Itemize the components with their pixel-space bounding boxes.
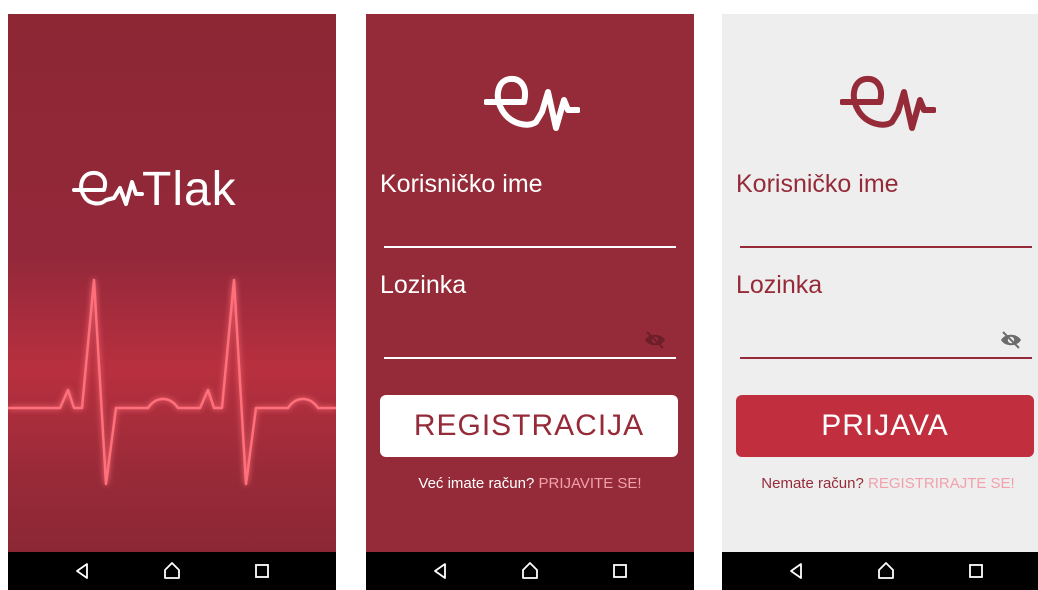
register-prompt-text: Nemate račun? [761, 475, 864, 492]
recent-apps-icon[interactable] [250, 559, 274, 583]
password-label: Lozinka [736, 271, 823, 299]
login-prompt-text: Već imate račun? [418, 475, 535, 492]
back-icon[interactable] [70, 559, 94, 583]
login-background: Korisničko ime Lozinka PRIJAVA Nemate ra… [722, 14, 1038, 552]
heart-ecg-logo-icon [840, 75, 936, 131]
home-icon[interactable] [518, 559, 542, 583]
system-navbar [722, 552, 1038, 590]
password-field[interactable] [740, 357, 1032, 359]
back-icon[interactable] [428, 559, 452, 583]
registration-screen: Korisničko ime Lozinka REGISTRACIJA Već … [366, 14, 694, 590]
username-label: Korisničko ime [736, 170, 899, 198]
eye-off-icon[interactable] [644, 331, 666, 349]
register-button[interactable]: REGISTRACIJA [380, 395, 678, 457]
recent-apps-icon[interactable] [964, 559, 988, 583]
login-link[interactable]: PRIJAVITE SE! [538, 475, 641, 492]
home-icon[interactable] [160, 559, 184, 583]
password-field[interactable] [384, 357, 676, 359]
eye-off-icon[interactable] [1000, 331, 1022, 349]
login-screen: Korisničko ime Lozinka PRIJAVA Nemate ra… [722, 14, 1038, 590]
home-icon[interactable] [874, 559, 898, 583]
splash-title: Tlak [142, 163, 237, 216]
heart-ecg-logo-icon [484, 75, 580, 131]
splash-screen: Tlak [8, 14, 336, 590]
back-icon[interactable] [784, 559, 808, 583]
registration-background: Korisničko ime Lozinka REGISTRACIJA Već … [366, 14, 694, 552]
heartbeat-ecg-line [8, 278, 336, 486]
login-prompt: Već imate račun? PRIJAVITE SE! [366, 475, 694, 492]
system-navbar [8, 552, 336, 590]
register-link[interactable]: REGISTRIRAJTE SE! [868, 475, 1015, 492]
system-navbar [366, 552, 694, 590]
register-prompt: Nemate račun? REGISTRIRAJTE SE! [726, 475, 1038, 492]
password-label: Lozinka [380, 271, 467, 299]
login-button[interactable]: PRIJAVA [736, 395, 1034, 457]
recent-apps-icon[interactable] [608, 559, 632, 583]
username-field[interactable] [740, 246, 1032, 248]
username-field[interactable] [384, 246, 676, 248]
username-label: Korisničko ime [380, 170, 543, 198]
splash-background: Tlak [8, 14, 336, 552]
